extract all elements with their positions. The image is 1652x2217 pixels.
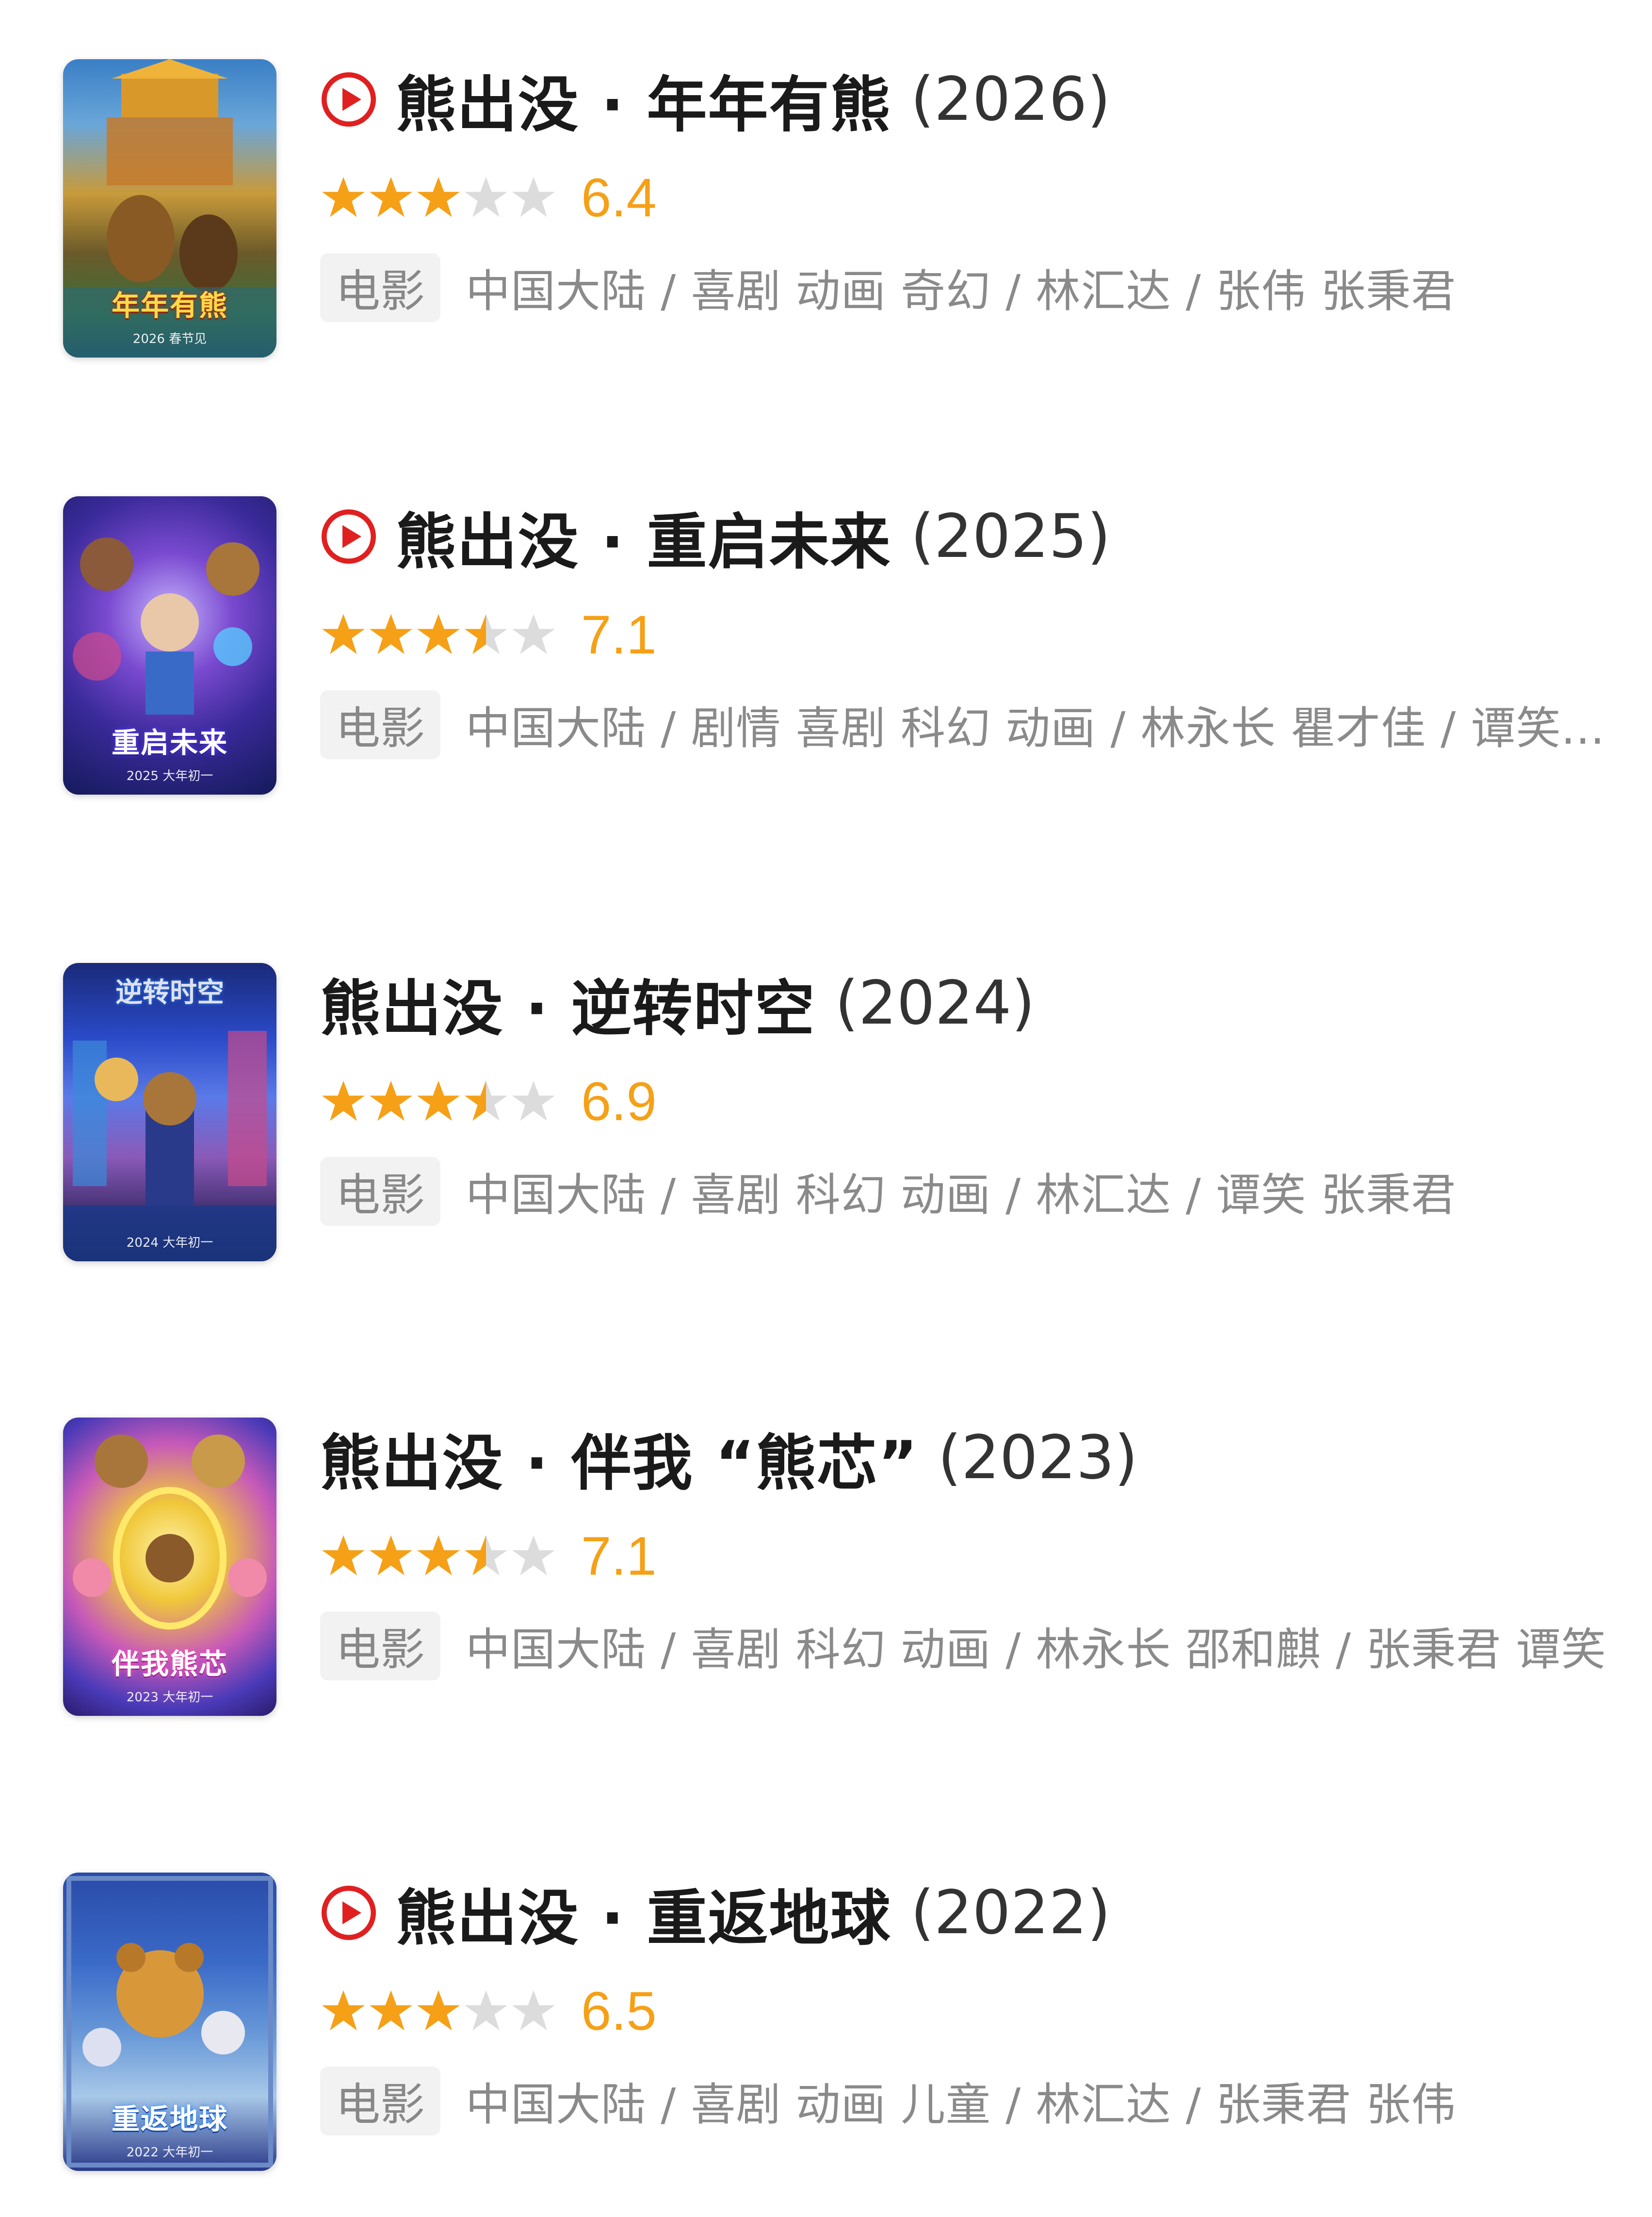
movie-year: (2022) (910, 1878, 1111, 1948)
poster-subtitle-text: 2026 春节见 (132, 332, 207, 346)
movie-title[interactable]: 熊出没 · 年年有熊 (396, 56, 891, 143)
movie-meta: 中国大陆 / 剧情 喜剧 科幻 动画 / 林永长 瞿才佳 / 谭笑... (466, 702, 1605, 754)
star-icon (369, 614, 413, 654)
star-icon (512, 1535, 555, 1576)
movie-title[interactable]: 熊出没 · 逆转时空 (320, 960, 815, 1047)
star-icon (417, 177, 460, 217)
rating: 7.1 (320, 604, 657, 665)
movie-meta: 中国大陆 / 喜剧 科幻 动画 / 林永长 邵和麒 / 张秉君 谭笑 (466, 1624, 1606, 1676)
star-icon (322, 614, 365, 654)
star-icon (417, 614, 460, 654)
movie-year: (2026) (910, 65, 1111, 134)
play-circle-icon[interactable] (320, 71, 377, 128)
movie-title[interactable]: 熊出没 · 重启未来 (396, 493, 891, 580)
movie-year: (2025) (910, 502, 1111, 571)
star-icon (369, 177, 413, 217)
category-tag: 电影 (320, 2066, 441, 2135)
movie-poster[interactable]: 重返地球 2022 大年初一 (63, 1873, 276, 2171)
star-icon (369, 1080, 413, 1121)
star-rating (320, 1532, 558, 1579)
star-icon (322, 1990, 365, 2031)
movie-year: (2023) (938, 1423, 1138, 1493)
movie-item[interactable]: 重返地球 2022 大年初一 熊出没 · 重返地球 (2022) 6.5 电影 … (0, 1873, 1652, 2173)
poster-title-text: 年年有熊 (111, 289, 228, 322)
movie-title[interactable]: 熊出没 · 伴我 “熊芯” (320, 1414, 919, 1501)
movie-poster[interactable]: 重启未来 2025 大年初一 (63, 496, 276, 795)
rating-score: 7.1 (581, 1525, 657, 1586)
star-icon (369, 1535, 413, 1576)
movie-list: 年年有熊 2026 春节见 熊出没 · 年年有熊 (2026) 6.4 电影 中… (0, 0, 1652, 2217)
star-icon (512, 1990, 555, 2031)
movie-meta: 中国大陆 / 喜剧 动画 奇幻 / 林汇达 / 张伟 张秉君 (466, 265, 1457, 317)
rating: 6.5 (320, 1980, 657, 2041)
star-rating (320, 1078, 558, 1125)
rating-score: 6.9 (581, 1071, 657, 1132)
poster-title-text: 逆转时空 (115, 977, 224, 1009)
rating: 6.4 (320, 167, 657, 228)
movie-title[interactable]: 熊出没 · 重返地球 (396, 1869, 891, 1956)
star-icon (512, 614, 555, 654)
rating: 7.1 (320, 1525, 657, 1586)
movie-item[interactable]: 伴我熊芯 2023 大年初一 熊出没 · 伴我 “熊芯” (2023) 7.1 … (0, 1418, 1652, 1718)
star-icon (464, 1535, 508, 1576)
poster-subtitle-text: 2024 大年初一 (126, 1236, 213, 1250)
star-icon (322, 1535, 365, 1576)
movie-item[interactable]: 年年有熊 2026 春节见 熊出没 · 年年有熊 (2026) 6.4 电影 中… (0, 59, 1652, 360)
category-tag: 电影 (320, 690, 441, 759)
poster-subtitle-text: 2023 大年初一 (126, 1690, 213, 1705)
poster-title-text: 伴我熊芯 (111, 1647, 228, 1680)
star-icon (464, 1990, 508, 2031)
star-icon (417, 1080, 460, 1121)
rating-score: 7.1 (581, 604, 657, 665)
star-icon (464, 1080, 508, 1121)
movie-meta: 中国大陆 / 喜剧 动画 儿童 / 林汇达 / 张秉君 张伟 (466, 2079, 1457, 2131)
movie-item[interactable]: 重启未来 2025 大年初一 熊出没 · 重启未来 (2025) 7.1 电影 … (0, 496, 1652, 797)
movie-poster[interactable]: 年年有熊 2026 春节见 (63, 59, 276, 358)
star-rating (320, 174, 558, 221)
star-rating (320, 1988, 558, 2034)
category-tag: 电影 (320, 1611, 441, 1680)
poster-subtitle-text: 2025 大年初一 (126, 769, 213, 783)
star-icon (512, 177, 555, 217)
movie-poster[interactable]: 伴我熊芯 2023 大年初一 (63, 1418, 276, 1716)
star-icon (417, 1990, 460, 2031)
movie-meta: 中国大陆 / 喜剧 科幻 动画 / 林汇达 / 谭笑 张秉君 (466, 1169, 1457, 1221)
star-icon (464, 177, 508, 217)
category-tag: 电影 (320, 1157, 441, 1226)
star-icon (464, 614, 508, 654)
rating-score: 6.4 (581, 167, 657, 228)
rating: 6.9 (320, 1071, 657, 1132)
poster-title-text: 重启未来 (111, 726, 228, 759)
poster-title-text: 重返地球 (111, 2103, 228, 2135)
category-tag: 电影 (320, 253, 441, 322)
poster-subtitle-text: 2022 大年初一 (126, 2145, 213, 2160)
play-circle-icon[interactable] (320, 1884, 377, 1941)
rating-score: 6.5 (581, 1980, 657, 2041)
movie-year: (2024) (835, 968, 1035, 1038)
star-icon (512, 1080, 555, 1121)
star-icon (417, 1535, 460, 1576)
star-icon (322, 1080, 365, 1121)
movie-item[interactable]: 逆转时空 2024 大年初一 熊出没 · 逆转时空 (2024) 6.9 电影 … (0, 963, 1652, 1264)
star-rating (320, 611, 558, 658)
play-circle-icon[interactable] (320, 508, 377, 565)
star-icon (369, 1990, 413, 2031)
movie-poster[interactable]: 逆转时空 2024 大年初一 (63, 963, 276, 1261)
star-icon (322, 177, 365, 217)
